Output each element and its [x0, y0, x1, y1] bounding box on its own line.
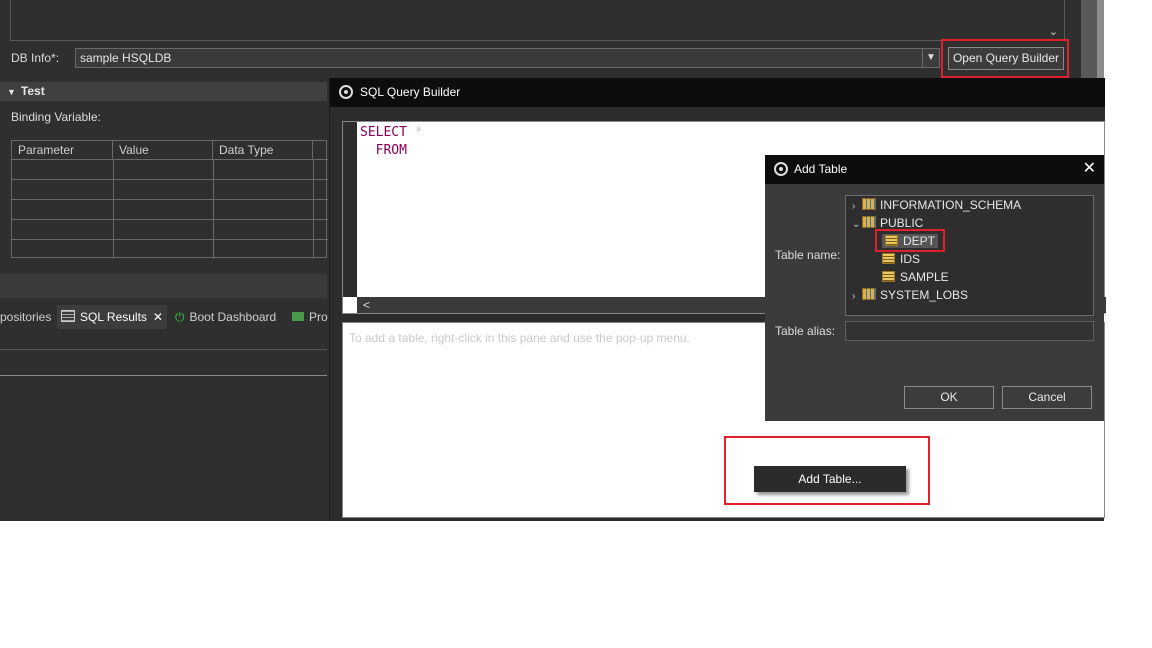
- table-tree[interactable]: › INFORMATION_SCHEMA ⌄ PUBLIC DEPT IDS SAM…: [845, 195, 1094, 316]
- tab-progress[interactable]: Pro: [292, 305, 328, 329]
- tree-node-system-lobs[interactable]: › SYSTEM_LOBS: [852, 286, 968, 304]
- tab-sql-results-label: SQL Results: [80, 310, 147, 324]
- close-icon[interactable]: ✕: [153, 310, 163, 324]
- progress-icon: [292, 312, 304, 321]
- tree-node-ids[interactable]: IDS: [882, 250, 920, 268]
- column-divider: [113, 159, 114, 259]
- col-header-parameter[interactable]: Parameter: [12, 141, 113, 159]
- diagram-hint: To add a table, right-click in this pane…: [349, 331, 690, 345]
- sql-select-keyword: SELECT: [360, 125, 407, 140]
- table-row[interactable]: [12, 159, 328, 160]
- schema-icon: [862, 216, 876, 228]
- tab-boot-dashboard[interactable]: ⏻ Boot Dashboard: [175, 305, 276, 329]
- tree-node-sample[interactable]: SAMPLE: [882, 268, 949, 286]
- schema-icon: [862, 288, 876, 300]
- close-icon[interactable]: ✕: [1083, 159, 1096, 179]
- query-builder-title: SQL Query Builder: [360, 85, 461, 99]
- binding-table[interactable]: Parameter Value Data Type: [11, 140, 328, 259]
- table-row[interactable]: [12, 179, 328, 180]
- table-alias-label: Table alias:: [775, 324, 836, 338]
- col-header-value[interactable]: Value: [113, 141, 213, 159]
- view-separator: [0, 274, 327, 298]
- sql-text-area[interactable]: ⌄: [10, 0, 1065, 41]
- view-tabs: positories SQL Results ✕ ⏻ Boot Dashboard …: [0, 305, 328, 329]
- table-icon: [882, 271, 895, 282]
- window-padding: [330, 107, 1105, 121]
- column-divider: [213, 159, 214, 259]
- vertical-scrollbar[interactable]: [1081, 0, 1097, 80]
- tree-node-label: SAMPLE: [900, 270, 949, 284]
- sql-asterisk: *: [414, 125, 423, 140]
- chevron-down-icon[interactable]: ▼: [7, 87, 16, 97]
- sql-from-keyword: FROM: [360, 143, 407, 158]
- highlight-box: [875, 229, 945, 252]
- dbinfo-value: sample HSQLDB: [80, 51, 172, 65]
- ok-button[interactable]: OK: [904, 386, 994, 409]
- tree-node-information-schema[interactable]: › INFORMATION_SCHEMA: [852, 196, 1021, 214]
- table-icon: [882, 253, 895, 264]
- scroll-left-icon[interactable]: <: [363, 298, 370, 312]
- table-row[interactable]: [12, 219, 328, 220]
- tab-repositories[interactable]: positories: [0, 305, 51, 329]
- results-header: [0, 349, 327, 376]
- window-frame: [1097, 0, 1104, 78]
- tree-node-label: PUBLIC: [880, 216, 924, 230]
- add-table-titlebar[interactable]: Add Table ✕: [765, 155, 1104, 184]
- schema-icon: [862, 198, 876, 210]
- table-row[interactable]: [12, 239, 328, 240]
- tree-node-label: SYSTEM_LOBS: [880, 288, 969, 302]
- column-divider: [313, 159, 314, 259]
- tree-node-label: INFORMATION_SCHEMA: [880, 198, 1022, 212]
- highlight-box: [941, 39, 1069, 78]
- chevron-down-icon[interactable]: ⌄: [852, 216, 862, 234]
- tab-sql-results[interactable]: SQL Results ✕: [57, 305, 167, 329]
- add-table-dialog: Add Table ✕ Table name: › INFORMATION_SCH…: [765, 155, 1104, 421]
- sql-text[interactable]: SELECT * FROM: [360, 124, 423, 160]
- test-section-label: Test: [20, 84, 45, 98]
- highlight-box: [724, 436, 930, 505]
- tab-boot-dashboard-label: Boot Dashboard: [189, 310, 277, 324]
- table-name-label: Table name:: [775, 248, 841, 262]
- table-row[interactable]: [12, 199, 328, 200]
- chevron-down-icon[interactable]: ⌄: [1049, 25, 1058, 38]
- table-alias-input[interactable]: [845, 321, 1094, 341]
- cancel-button[interactable]: Cancel: [1002, 386, 1092, 409]
- test-section-header[interactable]: ▼ Test: [0, 82, 327, 101]
- editor-gutter: [343, 122, 357, 297]
- tree-node-label: IDS: [900, 252, 921, 266]
- chevron-down-icon[interactable]: ▼: [922, 49, 939, 67]
- tab-progress-label: Pro: [309, 310, 328, 324]
- col-header-datatype[interactable]: Data Type: [213, 141, 313, 159]
- dbinfo-select[interactable]: sample HSQLDB ▼: [75, 48, 940, 68]
- add-table-title: Add Table: [794, 162, 848, 176]
- power-icon: ⏻: [175, 310, 185, 324]
- gear-icon: [339, 85, 353, 99]
- gear-icon: [774, 162, 788, 176]
- chevron-right-icon[interactable]: ›: [852, 288, 862, 306]
- table-icon: [61, 310, 75, 322]
- dbinfo-label: DB Info*:: [11, 51, 60, 65]
- binding-variable-label: Binding Variable:: [11, 110, 101, 124]
- query-builder-titlebar[interactable]: SQL Query Builder: [330, 78, 1105, 107]
